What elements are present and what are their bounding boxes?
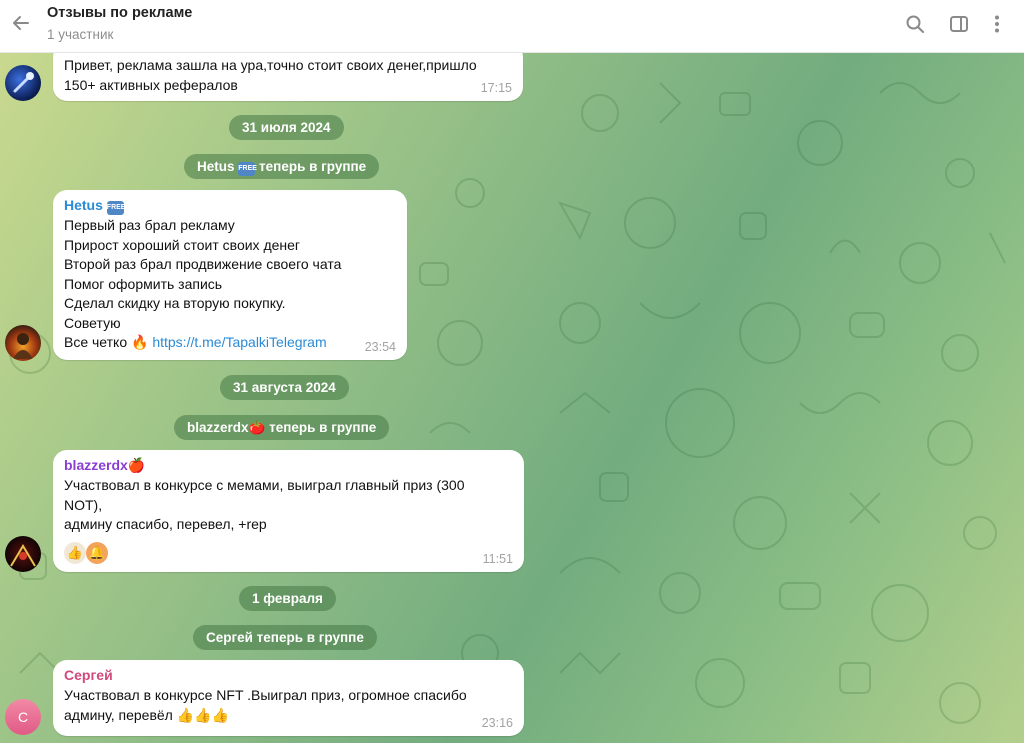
- message-line: Второй раз брал продвижение своего чата: [64, 256, 342, 272]
- warrior-icon: [13, 333, 33, 359]
- message-line: NOT),: [64, 496, 103, 513]
- message-line: Советую: [64, 314, 121, 331]
- sender-name[interactable]: blazzerdx🍎: [64, 456, 513, 475]
- member-count: 1 участник: [47, 27, 114, 42]
- comet-icon: [13, 72, 34, 93]
- joined-text: теперь в группе: [259, 159, 367, 174]
- message-link[interactable]: https://t.me/TapalkiTelegram: [152, 334, 326, 350]
- sidebar-toggle-icon: [950, 16, 968, 32]
- service-message-joined: blazzerdx🍅 теперь в группе: [174, 415, 390, 440]
- message-bubble[interactable]: Hetus FREE Первый раз брал рекламу Приро…: [53, 190, 407, 360]
- fire-emoji: 🔥: [131, 334, 149, 350]
- apple-emoji: 🍎: [127, 457, 146, 473]
- message-bubble[interactable]: blazzerdx🍎 Участвовал в конкурсе с мемам…: [53, 450, 524, 572]
- back-button[interactable]: [8, 10, 34, 36]
- chat-history[interactable]: Привет, реклама зашла на ура,точно стоит…: [0, 53, 1024, 743]
- message-bubble[interactable]: Сергей Участвовал в конкурсе NFT .Выигра…: [53, 660, 524, 736]
- sender-name[interactable]: Hetus FREE: [64, 196, 396, 215]
- sender-name-text: Hetus: [64, 197, 103, 213]
- arrow-left-icon: [13, 16, 29, 30]
- more-menu-button[interactable]: [985, 12, 1009, 36]
- joined-user-name: blazzerdx: [187, 420, 249, 435]
- message-line: Прирост хороший стоит своих денег: [64, 236, 301, 253]
- date-separator: 31 августа 2024: [220, 375, 349, 400]
- message-line: 150+ активных рефералов: [64, 76, 238, 93]
- bell-reaction[interactable]: 🔔: [86, 541, 108, 564]
- message-time: 11:51: [482, 552, 513, 566]
- avatar[interactable]: [5, 325, 41, 361]
- reactions-bar[interactable]: 👍 🔔: [64, 541, 513, 564]
- more-vertical-icon: [995, 15, 999, 33]
- thumbs-up-reaction[interactable]: 👍: [64, 541, 86, 564]
- message-line: Привет, реклама зашла на ура,точно стоит…: [64, 57, 477, 73]
- message-time: 23:16: [481, 716, 513, 730]
- joined-text: теперь в группе: [269, 420, 377, 435]
- message-line: админу спасибо, перевел, +rep: [64, 516, 267, 532]
- service-message-joined: Hetus FREE теперь в группе: [184, 154, 380, 179]
- message-line: Участвовал в конкурсе с мемами, выиграл …: [64, 477, 465, 493]
- character-icon: [10, 544, 36, 567]
- sender-name-text: blazzerdx: [64, 457, 128, 473]
- tomato-emoji: 🍅: [248, 420, 266, 435]
- avatar[interactable]: С: [5, 699, 41, 735]
- message-line: Все четко 🔥 https://t.me/TapalkiTelegram: [64, 333, 396, 353]
- message-text: Все четко: [64, 334, 128, 350]
- free-badge-icon: FREE: [238, 162, 257, 176]
- service-message-joined: Сергей теперь в группе: [193, 625, 377, 650]
- message-line: Первый раз брал рекламу: [64, 217, 235, 233]
- message-line: Участвовал в конкурсе NFT .Выиграл приз,…: [64, 687, 467, 703]
- chat-title[interactable]: Отзывы по рекламе: [47, 5, 192, 21]
- search-button[interactable]: [903, 12, 927, 36]
- search-icon: [906, 15, 924, 33]
- message-bubble[interactable]: Привет, реклама зашла на ура,точно стоит…: [53, 53, 523, 101]
- free-badge-icon: FREE: [106, 201, 125, 215]
- avatar[interactable]: [5, 65, 41, 101]
- message-time: 17:15: [480, 81, 512, 95]
- chat-header: Отзывы по рекламе 1 участник: [0, 0, 1024, 53]
- doodle-pattern: [9, 82, 1006, 724]
- avatar[interactable]: [5, 536, 41, 572]
- message-line: Сделал скидку на вторую покупку.: [64, 295, 286, 311]
- date-separator: 1 февраля: [239, 586, 336, 611]
- joined-user-name: Hetus: [197, 159, 235, 174]
- message-line: Помог оформить запись: [64, 275, 223, 292]
- message-time: 23:54: [364, 340, 396, 354]
- date-separator: 31 июля 2024: [229, 115, 344, 140]
- sender-name[interactable]: Сергей: [64, 666, 513, 685]
- message-line: админу, перевёл 👍👍👍: [64, 706, 230, 723]
- sidebar-toggle-button[interactable]: [947, 12, 971, 36]
